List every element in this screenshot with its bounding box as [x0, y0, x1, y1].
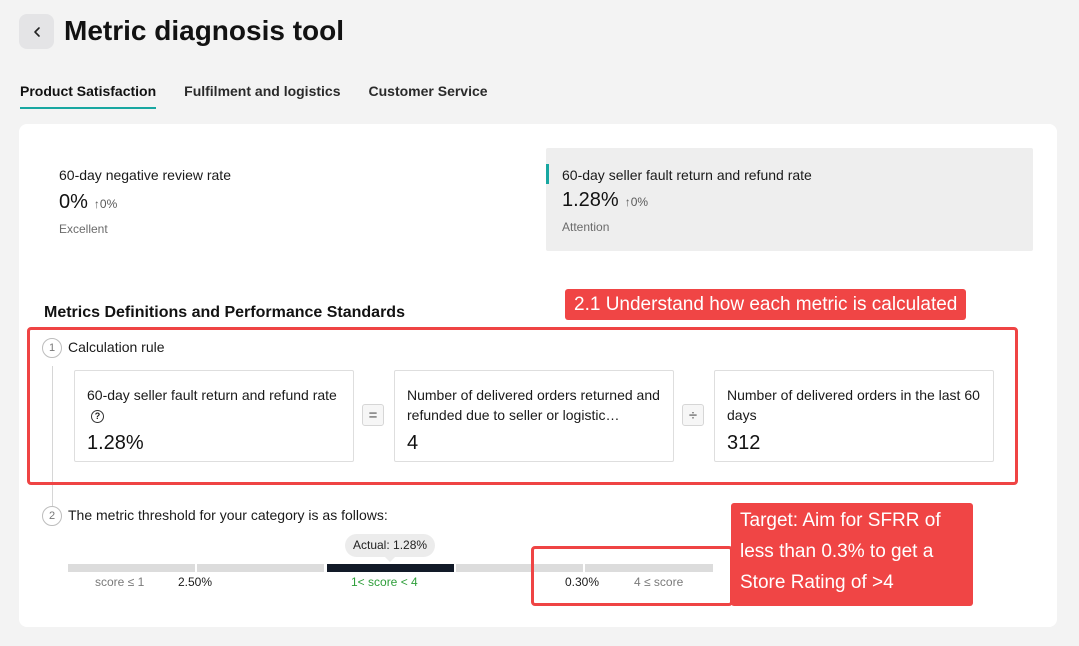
metric-title: 60-day seller fault return and refund ra…: [562, 167, 812, 183]
score-mid-label: 1< score < 4: [351, 575, 418, 589]
tab-customer-service[interactable]: Customer Service: [369, 82, 488, 109]
annotation-box-calculation: [27, 327, 1018, 485]
step-title-threshold: The metric threshold for your category i…: [68, 507, 388, 523]
selected-indicator: [546, 164, 549, 184]
actual-value-tooltip: Actual: 1.28%: [345, 534, 436, 562]
page-title: Metric diagnosis tool: [64, 15, 345, 46]
definitions-heading: Metrics Definitions and Performance Stan…: [44, 304, 405, 321]
metric-card-seller-fault-return[interactable]: 60-day seller fault return and refund ra…: [562, 166, 812, 234]
threshold-segment-actual: [327, 564, 454, 572]
chevron-left-icon: [33, 26, 40, 37]
callout-line: less than 0.3% to get a: [740, 541, 934, 562]
back-button[interactable]: [19, 14, 54, 49]
threshold-segment-low-2: [197, 564, 324, 572]
metric-card-negative-review[interactable]: 60-day negative review rate 0% ↑0% Excel…: [59, 166, 231, 236]
tab-bar: Product Satisfaction Fulfilment and logi…: [20, 82, 516, 109]
callout-line: Store Rating of >4: [740, 572, 894, 593]
annotation-callout-target: Target: Aim for SFRR of less than 0.3% t…: [731, 503, 973, 606]
metric-title: 60-day negative review rate: [59, 167, 231, 183]
metric-change: ↑0%: [93, 197, 118, 211]
score-low-label: score ≤ 1: [95, 575, 145, 589]
metric-status: Excellent: [59, 222, 108, 236]
metric-value: 0%: [59, 191, 88, 213]
threshold-high-label: 2.50%: [178, 575, 213, 589]
annotation-box-threshold: [531, 546, 733, 606]
threshold-segment-low: [68, 564, 195, 572]
annotation-callout-calculation: 2.1 Understand how each metric is calcul…: [565, 289, 967, 320]
tab-fulfilment-logistics[interactable]: Fulfilment and logistics: [184, 82, 340, 109]
metric-change: ↑0%: [624, 195, 649, 209]
metric-value: 1.28%: [562, 189, 619, 211]
metric-status: Attention: [562, 220, 610, 234]
callout-line: Target: Aim for SFRR of: [740, 510, 941, 531]
tab-product-satisfaction[interactable]: Product Satisfaction: [20, 82, 157, 109]
step-number-2: 2: [42, 506, 62, 526]
